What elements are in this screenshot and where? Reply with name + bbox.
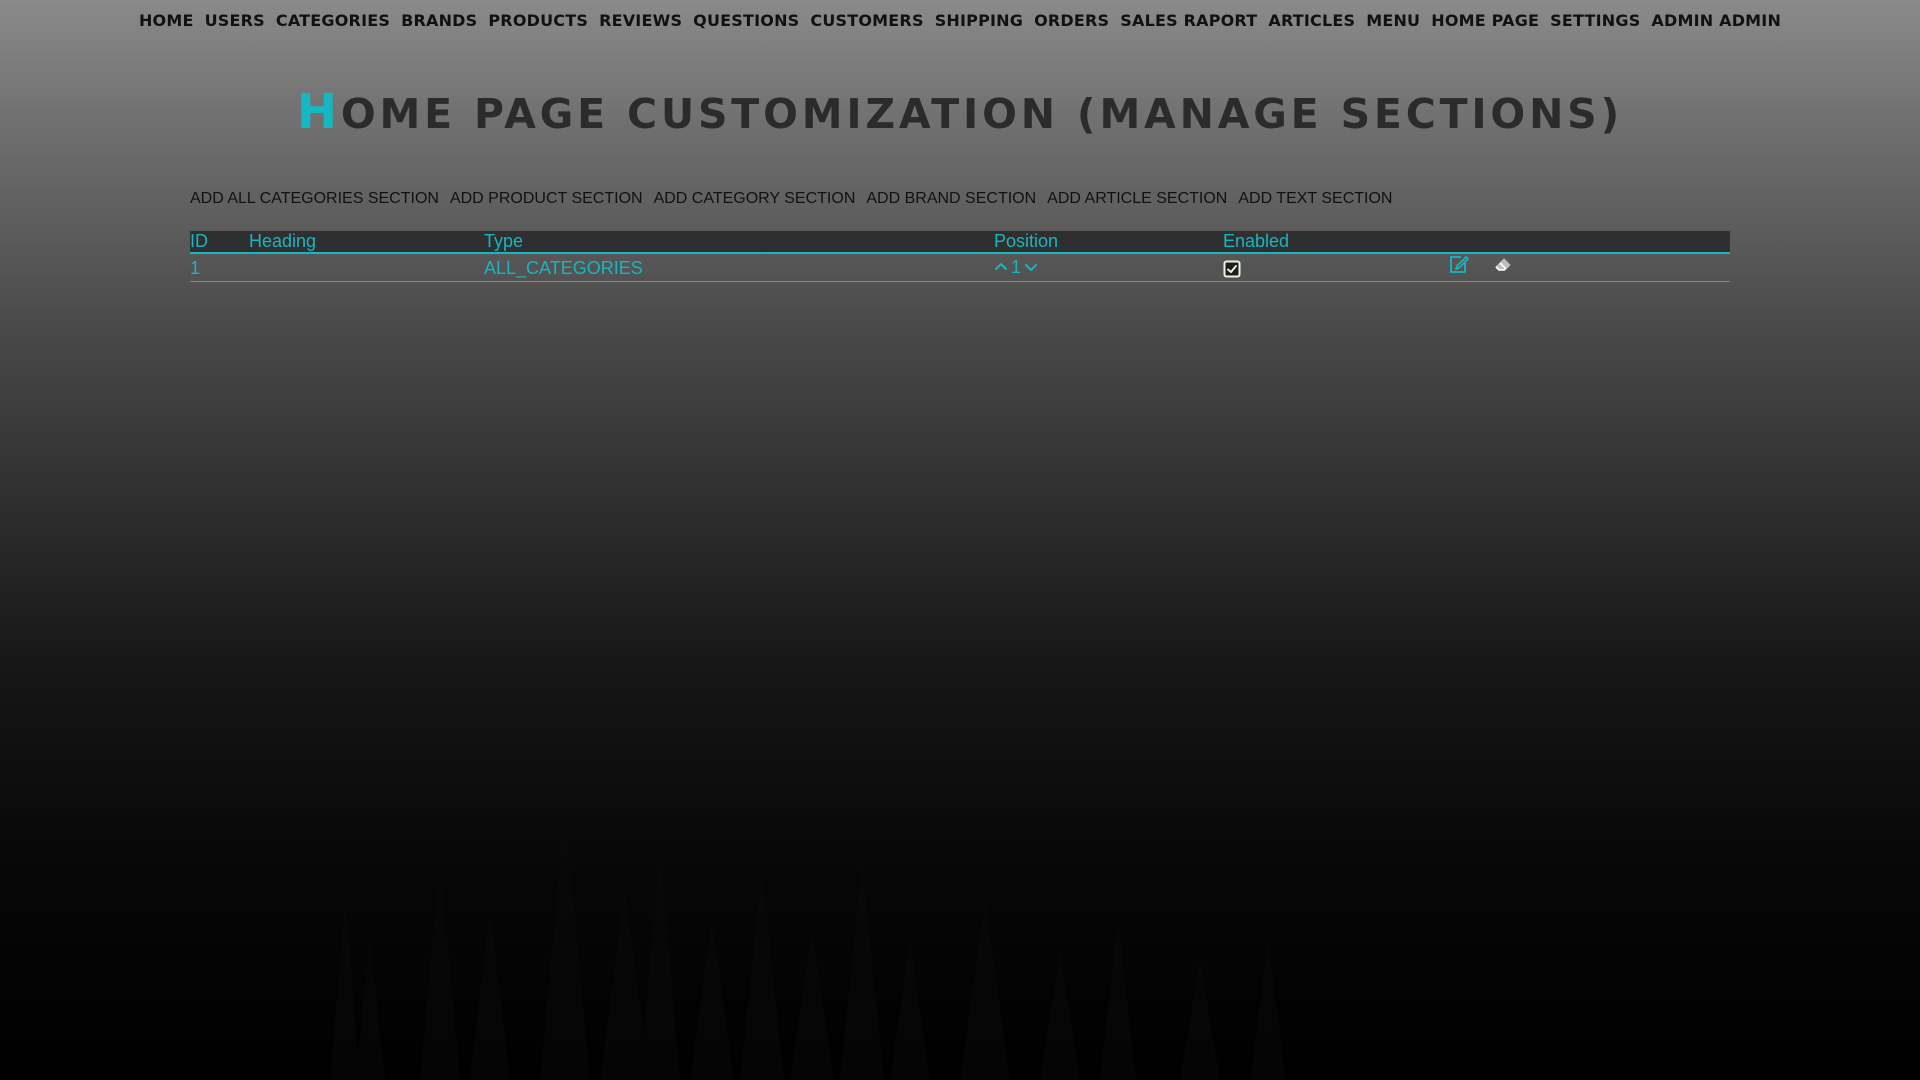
column-header-heading: Heading	[249, 231, 317, 251]
forest-background	[330, 810, 1286, 1080]
nav-item: HOME PAGE	[1431, 8, 1539, 34]
cell-position: 1	[994, 253, 1223, 282]
nav-link-settings[interactable]: SETTINGS	[1550, 8, 1640, 34]
chevron-up-icon[interactable]	[994, 260, 1008, 274]
nav-item: PRODUCTS	[488, 8, 588, 34]
cell-heading	[249, 253, 484, 282]
position-value: 1	[1011, 257, 1022, 277]
edit-icon[interactable]	[1448, 254, 1470, 274]
nav-item: REVIEWS	[599, 8, 682, 34]
sections-table: ID Heading Type Position Enabled 1 ALL_CA…	[190, 231, 1730, 282]
nav-link-articles[interactable]: ARTICLES	[1268, 8, 1355, 34]
nav-item: HOME	[139, 8, 194, 34]
nav-link-reviews[interactable]: REVIEWS	[599, 8, 682, 34]
nav-item: BRANDS	[401, 8, 477, 34]
nav-item: SHIPPING	[935, 8, 1023, 34]
table-header-row: ID Heading Type Position Enabled	[190, 231, 1730, 253]
action-add-text-section[interactable]: ADD TEXT SECTION	[1238, 188, 1392, 210]
top-navigation: HOME USERS CATEGORIES BRANDS PRODUCTS REVIEWS…	[0, 8, 1920, 34]
page-title: Home Page Customization (Manage Sections…	[0, 84, 1920, 140]
page-title-rest: ome Page Customization (Manage Sections)	[340, 90, 1624, 138]
action-add-brand-section[interactable]: ADD BRAND SECTION	[866, 188, 1036, 210]
nav-list: HOME USERS CATEGORIES BRANDS PRODUCTS REVIEWS…	[139, 8, 1781, 34]
nav-link-questions[interactable]: QUESTIONS	[693, 8, 799, 34]
column-header-actions	[1448, 231, 1730, 253]
nav-link-users[interactable]: USERS	[205, 8, 265, 34]
nav-item: ORDERS	[1034, 8, 1109, 34]
action-add-product-section[interactable]: ADD PRODUCT SECTION	[450, 188, 643, 210]
column-header-type: Type	[484, 231, 524, 251]
nav-link-menu[interactable]: MENU	[1366, 8, 1420, 34]
cell-id: 1	[190, 257, 201, 278]
action-add-category-section[interactable]: ADD CATEGORY SECTION	[654, 188, 856, 210]
position-controls: 1	[994, 254, 1038, 280]
action-add-all-categories-section[interactable]: ADD ALL CATEGORIES SECTION	[190, 188, 439, 210]
checkbox-checked-icon[interactable]	[1223, 260, 1241, 278]
nav-link-customers[interactable]: CUSTOMERS	[810, 8, 923, 34]
cell-type: ALL_CATEGORIES	[484, 257, 643, 278]
nav-link-orders[interactable]: ORDERS	[1034, 8, 1109, 34]
nav-link-admin-admin[interactable]: ADMIN ADMIN	[1651, 8, 1781, 34]
nav-item: MENU	[1366, 8, 1420, 34]
nav-item: USERS	[205, 8, 265, 34]
nav-item: ARTICLES	[1268, 8, 1355, 34]
nav-item: CATEGORIES	[276, 8, 390, 34]
nav-link-brands[interactable]: BRANDS	[401, 8, 477, 34]
row-actions	[1448, 254, 1514, 274]
nav-item: SETTINGS	[1550, 8, 1640, 34]
column-header-id: ID	[190, 231, 208, 251]
cell-enabled	[1223, 253, 1448, 282]
nav-link-home[interactable]: HOME	[139, 8, 194, 34]
eraser-icon[interactable]	[1492, 254, 1514, 274]
page-title-first-letter: H	[296, 84, 341, 140]
section-actions-bar: ADD ALL CATEGORIES SECTION ADD PRODUCT SE…	[190, 188, 1392, 210]
nav-link-categories[interactable]: CATEGORIES	[276, 8, 390, 34]
table-body: 1 ALL_CATEGORIES 1	[190, 253, 1730, 282]
nav-item: SALES RAPORT	[1120, 8, 1257, 34]
chevron-down-icon[interactable]	[1024, 260, 1038, 274]
column-header-position: Position	[994, 231, 1059, 251]
nav-link-products[interactable]: PRODUCTS	[488, 8, 588, 34]
nav-link-home-page[interactable]: HOME PAGE	[1431, 8, 1539, 34]
column-header-enabled: Enabled	[1223, 231, 1290, 251]
nav-link-shipping[interactable]: SHIPPING	[935, 8, 1023, 34]
nav-item: QUESTIONS	[693, 8, 799, 34]
nav-item: ADMIN ADMIN	[1651, 8, 1781, 34]
action-add-article-section[interactable]: ADD ARTICLE SECTION	[1047, 188, 1227, 210]
cell-actions	[1448, 253, 1730, 282]
nav-link-sales-raport[interactable]: SALES RAPORT	[1120, 8, 1257, 34]
nav-item: CUSTOMERS	[810, 8, 923, 34]
table-row: 1 ALL_CATEGORIES 1	[190, 253, 1730, 282]
